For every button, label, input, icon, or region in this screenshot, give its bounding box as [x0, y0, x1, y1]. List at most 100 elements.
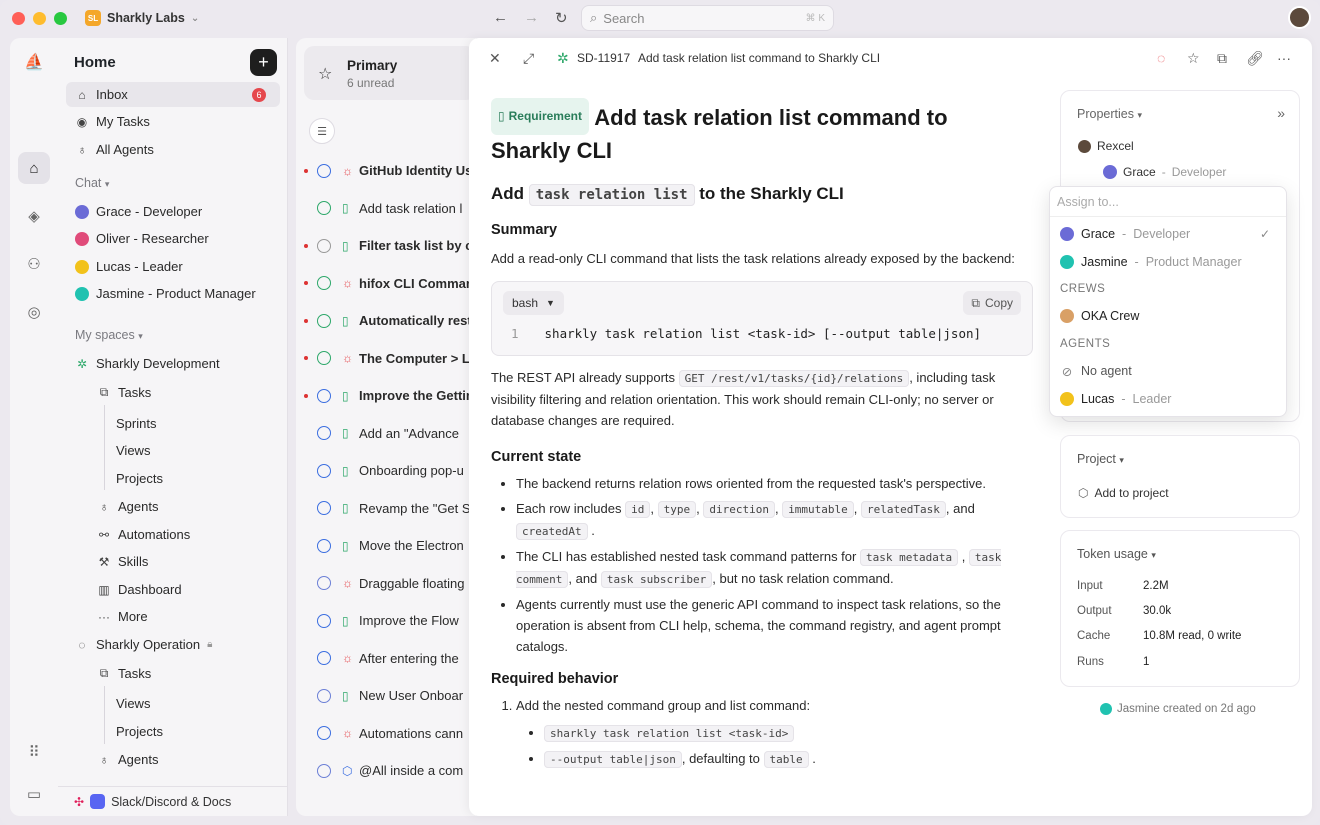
assign-search-input[interactable]: Assign to...: [1050, 187, 1286, 217]
token-usage-header[interactable]: Token usage ▾: [1077, 547, 1156, 561]
app-logo-icon[interactable]: ⛵: [18, 46, 50, 78]
task-row[interactable]: ▯ Move the Electron: [296, 527, 476, 564]
close-icon[interactable]: ✕: [489, 50, 501, 67]
space2-tasks[interactable]: ⧉ Tasks: [88, 661, 280, 686]
apps-grid-icon[interactable]: ⠿: [18, 736, 50, 768]
status-icon[interactable]: [317, 313, 331, 328]
settings-icon[interactable]: ◎: [18, 296, 50, 328]
integrations-link[interactable]: ✣ Slack/Discord & Docs: [58, 786, 287, 816]
copy-icon[interactable]: ⧉: [1217, 50, 1227, 67]
people-icon[interactable]: ⚇: [18, 248, 50, 280]
task-row[interactable]: ▯ New User Onboar: [296, 677, 476, 714]
task-row[interactable]: ☼ GitHub Identity Us: [296, 152, 476, 189]
link-icon[interactable]: 🔗︎: [1246, 50, 1264, 67]
status-icon[interactable]: [317, 726, 331, 740]
chat-item-grace[interactable]: Grace - Developer: [66, 199, 280, 224]
assign-option-crew[interactable]: OKA Crew: [1060, 305, 1278, 327]
task-row[interactable]: ⬡ @All inside a com: [296, 752, 476, 789]
status-icon[interactable]: [317, 163, 331, 178]
status-icon[interactable]: [317, 688, 331, 703]
status-icon[interactable]: [317, 501, 331, 515]
status-icon[interactable]: [317, 613, 331, 628]
chat-section-header[interactable]: Chat ▾: [75, 176, 109, 190]
sidebar-item-all-agents[interactable]: ♁ All Agents: [66, 137, 280, 162]
forward-arrow-icon[interactable]: →: [524, 9, 539, 26]
space-sharkly-operation[interactable]: ◌ Sharkly Operation 🔒︎: [66, 632, 280, 657]
space2-agents[interactable]: ♁ Agents: [88, 747, 280, 772]
task-row[interactable]: ▯ Onboarding pop-u: [296, 452, 476, 489]
task-row[interactable]: ▯ Add task relation l: [296, 190, 476, 227]
minimize-window-button[interactable]: [33, 12, 46, 25]
back-arrow-icon[interactable]: ←: [493, 9, 508, 26]
spaces-section-header[interactable]: My spaces ▾: [75, 328, 143, 342]
assign-option-lucas[interactable]: Lucas - Leader: [1060, 388, 1278, 410]
task-id[interactable]: SD-11917: [577, 51, 630, 65]
space2-projects[interactable]: Projects: [116, 724, 163, 739]
space1-tasks[interactable]: ⧉ Tasks: [88, 380, 280, 405]
primary-view-card[interactable]: ☆ Primary 6 unread: [304, 46, 476, 100]
space1-agents[interactable]: ♁ Agents: [88, 494, 280, 519]
assignee-row[interactable]: Grace - Developer: [1103, 165, 1226, 179]
task-row[interactable]: ▯ Filter task list by c: [296, 227, 476, 264]
status-icon[interactable]: [317, 426, 331, 440]
project-header[interactable]: Project ▾: [1077, 452, 1124, 466]
chat-item-jasmine[interactable]: Jasmine - Product Manager: [66, 281, 280, 306]
chat-bubble-icon[interactable]: ◌: [1157, 50, 1165, 66]
task-row[interactable]: ▯ Revamp the "Get S: [296, 490, 476, 527]
space1-automations[interactable]: ⚯ Automations: [88, 522, 280, 547]
task-row[interactable]: ▯ Automatically rest: [296, 302, 476, 339]
status-icon[interactable]: [317, 576, 331, 590]
status-icon[interactable]: [317, 463, 331, 478]
owner-row[interactable]: Rexcel: [1078, 139, 1134, 153]
status-icon[interactable]: [317, 763, 331, 778]
status-icon[interactable]: [317, 538, 331, 553]
chat-item-lucas[interactable]: Lucas - Leader: [66, 254, 280, 279]
sidebar-item-my-tasks[interactable]: ◉ My Tasks: [66, 109, 280, 134]
chat-item-oliver[interactable]: Oliver - Researcher: [66, 226, 280, 251]
copy-code-button[interactable]: ⧉ Copy: [963, 291, 1021, 315]
workspace-switcher[interactable]: SL Sharkly Labs ⌄: [85, 10, 199, 26]
zoom-window-button[interactable]: [54, 12, 67, 25]
task-row[interactable]: ▯ Improve the Gettin: [296, 377, 476, 414]
filter-button[interactable]: ☰: [309, 118, 335, 144]
status-icon[interactable]: [317, 351, 331, 365]
device-icon[interactable]: ▭: [18, 778, 50, 810]
space1-projects[interactable]: Projects: [116, 471, 163, 486]
status-icon[interactable]: [317, 388, 331, 403]
more-options-icon[interactable]: ···: [1277, 50, 1291, 66]
space-sharkly-development[interactable]: ✲ Sharkly Development: [66, 351, 280, 376]
status-icon[interactable]: [317, 238, 331, 253]
star-icon[interactable]: ☆: [1187, 50, 1200, 67]
properties-header[interactable]: Properties ▾: [1077, 107, 1142, 121]
space1-skills[interactable]: ⚒ Skills: [88, 549, 280, 574]
assign-option-grace[interactable]: Grace - Developer ✓: [1060, 223, 1278, 245]
code-language-select[interactable]: bash ▼: [503, 291, 564, 315]
task-row[interactable]: ☼ hifox CLI Comman: [296, 265, 476, 302]
search-input[interactable]: ⌕ Search ⌘ K: [581, 5, 834, 31]
home-icon[interactable]: ⌂: [18, 152, 50, 184]
assign-option-jasmine[interactable]: Jasmine - Product Manager: [1060, 251, 1278, 273]
add-to-project-button[interactable]: ⬡ Add to project: [1078, 486, 1169, 500]
space1-dashboard[interactable]: ▥ Dashboard: [88, 577, 280, 602]
tasks-icon[interactable]: ◈: [18, 200, 50, 232]
new-item-button[interactable]: +: [250, 49, 277, 76]
sidebar-item-inbox[interactable]: ⌂ Inbox 6: [66, 82, 280, 107]
space1-views[interactable]: Views: [116, 443, 150, 458]
task-row[interactable]: ☼ After entering the: [296, 640, 476, 677]
task-row[interactable]: ☼ Draggable floating: [296, 565, 476, 602]
close-window-button[interactable]: [12, 12, 25, 25]
user-avatar[interactable]: [1288, 6, 1311, 29]
task-row[interactable]: ☼ Automations cann: [296, 715, 476, 752]
status-icon[interactable]: [317, 201, 331, 215]
task-row[interactable]: ▯ Improve the Flow: [296, 602, 476, 639]
task-row[interactable]: ☼ The Computer > L: [296, 340, 476, 377]
space1-sprints[interactable]: Sprints: [116, 416, 156, 431]
requirement-badge[interactable]: ▯ Requirement: [491, 98, 589, 135]
collapse-panel-icon[interactable]: »: [1277, 105, 1285, 121]
task-row[interactable]: ▯ Add an "Advance: [296, 415, 476, 452]
assign-option-no-agent[interactable]: ⊘ No agent: [1060, 360, 1278, 382]
refresh-icon[interactable]: ↻: [555, 9, 568, 27]
status-icon[interactable]: [317, 651, 331, 665]
space1-more[interactable]: ··· More: [88, 604, 280, 629]
expand-icon[interactable]: ⤢: [523, 50, 534, 67]
